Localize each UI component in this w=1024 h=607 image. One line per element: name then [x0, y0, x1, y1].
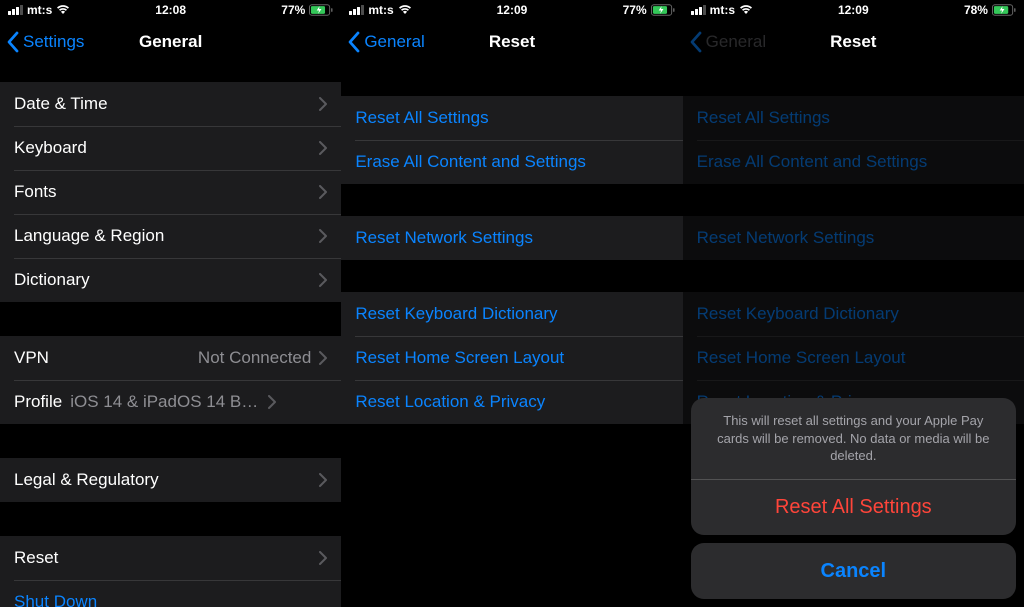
chevron-right-icon — [319, 97, 327, 111]
battery-icon — [309, 4, 333, 16]
action-sheet-message: This will reset all settings and your Ap… — [691, 398, 1016, 479]
row-profile[interactable]: ProfileiOS 14 & iPadOS 14 Beta Softwar..… — [0, 380, 341, 424]
row-reset-home-screen[interactable]: Reset Home Screen Layout — [341, 336, 682, 380]
nav-title: Reset — [489, 32, 535, 52]
carrier-label: mt:s — [27, 3, 52, 17]
chevron-right-icon — [319, 473, 327, 487]
general-content: Date & Time Keyboard Fonts Language & Re… — [0, 64, 341, 607]
wifi-icon — [56, 3, 70, 17]
back-button[interactable]: Settings — [0, 31, 84, 53]
battery-icon — [651, 4, 675, 16]
general-group-4: Reset Shut Down — [0, 536, 341, 607]
phone-general: mt:s 12:08 77% Settings General Date & T… — [0, 0, 341, 607]
back-button: General — [683, 31, 766, 53]
chevron-left-icon — [6, 31, 19, 53]
chevron-left-icon — [347, 31, 360, 53]
carrier-label: mt:s — [368, 3, 393, 17]
signal-icon — [8, 5, 23, 15]
row-erase-all[interactable]: Erase All Content and Settings — [341, 140, 682, 184]
status-time: 12:08 — [155, 3, 186, 17]
chevron-left-icon — [689, 31, 702, 53]
chevron-right-icon — [319, 273, 327, 287]
battery-icon — [992, 4, 1016, 16]
battery-percent: 78% — [964, 3, 988, 17]
nav-title: General — [139, 32, 202, 52]
phone-reset: mt:s 12:09 77% General Reset Reset All S… — [341, 0, 682, 607]
status-time: 12:09 — [838, 3, 869, 17]
confirm-reset-button[interactable]: Reset All Settings — [691, 479, 1016, 535]
general-group-3: Legal & Regulatory — [0, 458, 341, 502]
status-bar: mt:s 12:09 77% — [341, 0, 682, 20]
reset-group-1: Reset All Settings Erase All Content and… — [341, 96, 682, 184]
row-fonts[interactable]: Fonts — [0, 170, 341, 214]
back-label: Settings — [23, 32, 84, 52]
back-label: General — [364, 32, 424, 52]
chevron-right-icon — [319, 229, 327, 243]
action-sheet: This will reset all settings and your Ap… — [691, 398, 1016, 599]
carrier-label: mt:s — [710, 3, 735, 17]
row-dictionary[interactable]: Dictionary — [0, 258, 341, 302]
wifi-icon — [398, 3, 412, 17]
row-reset-network: Reset Network Settings — [683, 216, 1024, 260]
action-sheet-main: This will reset all settings and your Ap… — [691, 398, 1016, 535]
row-date-time[interactable]: Date & Time — [0, 82, 341, 126]
reset-group-2: Reset Network Settings — [341, 216, 682, 260]
profile-value: iOS 14 & iPadOS 14 Beta Softwar... — [70, 392, 260, 412]
general-group-1: Date & Time Keyboard Fonts Language & Re… — [0, 82, 341, 302]
row-reset-keyboard-dict[interactable]: Reset Keyboard Dictionary — [341, 292, 682, 336]
chevron-right-icon — [319, 351, 327, 365]
chevron-right-icon — [319, 185, 327, 199]
status-bar: mt:s 12:09 78% — [683, 0, 1024, 20]
row-vpn[interactable]: VPNNot Connected — [0, 336, 341, 380]
battery-percent: 77% — [623, 3, 647, 17]
back-button[interactable]: General — [341, 31, 424, 53]
back-label: General — [706, 32, 766, 52]
signal-icon — [691, 5, 706, 15]
general-group-2: VPNNot Connected ProfileiOS 14 & iPadOS … — [0, 336, 341, 424]
phone-reset-confirm: mt:s 12:09 78% General Reset Reset All S… — [683, 0, 1024, 607]
row-reset-all-settings[interactable]: Reset All Settings — [341, 96, 682, 140]
chevron-right-icon — [268, 395, 276, 409]
chevron-right-icon — [319, 551, 327, 565]
wifi-icon — [739, 3, 753, 17]
row-reset-home-screen: Reset Home Screen Layout — [683, 336, 1024, 380]
row-shut-down[interactable]: Shut Down — [0, 580, 341, 607]
nav-bar: General Reset — [683, 20, 1024, 64]
row-reset-location-privacy[interactable]: Reset Location & Privacy — [341, 380, 682, 424]
cancel-button[interactable]: Cancel — [691, 543, 1016, 599]
row-reset-all-settings: Reset All Settings — [683, 96, 1024, 140]
reset-content: Reset All Settings Erase All Content and… — [341, 64, 682, 607]
nav-bar: General Reset — [341, 20, 682, 64]
row-erase-all: Erase All Content and Settings — [683, 140, 1024, 184]
signal-icon — [349, 5, 364, 15]
row-reset-network[interactable]: Reset Network Settings — [341, 216, 682, 260]
reset-group-3: Reset Keyboard Dictionary Reset Home Scr… — [341, 292, 682, 424]
nav-title: Reset — [830, 32, 876, 52]
nav-bar: Settings General — [0, 20, 341, 64]
row-language-region[interactable]: Language & Region — [0, 214, 341, 258]
status-bar: mt:s 12:08 77% — [0, 0, 341, 20]
row-reset-keyboard-dict: Reset Keyboard Dictionary — [683, 292, 1024, 336]
row-keyboard[interactable]: Keyboard — [0, 126, 341, 170]
chevron-right-icon — [319, 141, 327, 155]
row-reset[interactable]: Reset — [0, 536, 341, 580]
status-time: 12:09 — [497, 3, 528, 17]
row-legal-regulatory[interactable]: Legal & Regulatory — [0, 458, 341, 502]
vpn-status: Not Connected — [198, 348, 311, 368]
battery-percent: 77% — [281, 3, 305, 17]
